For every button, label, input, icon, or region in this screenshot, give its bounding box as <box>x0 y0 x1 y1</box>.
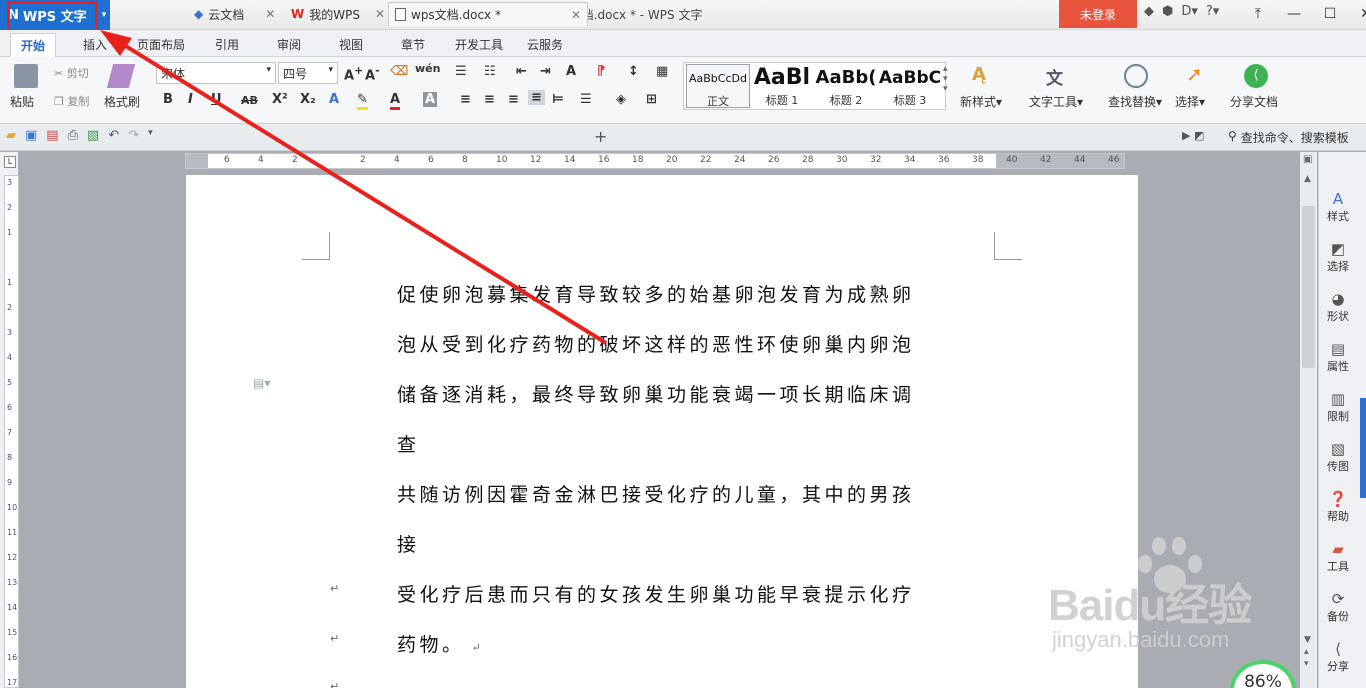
annotation-arrow <box>100 30 608 345</box>
annotation-arrow-shaft <box>114 38 608 345</box>
annotation-arrow-head <box>100 30 132 56</box>
